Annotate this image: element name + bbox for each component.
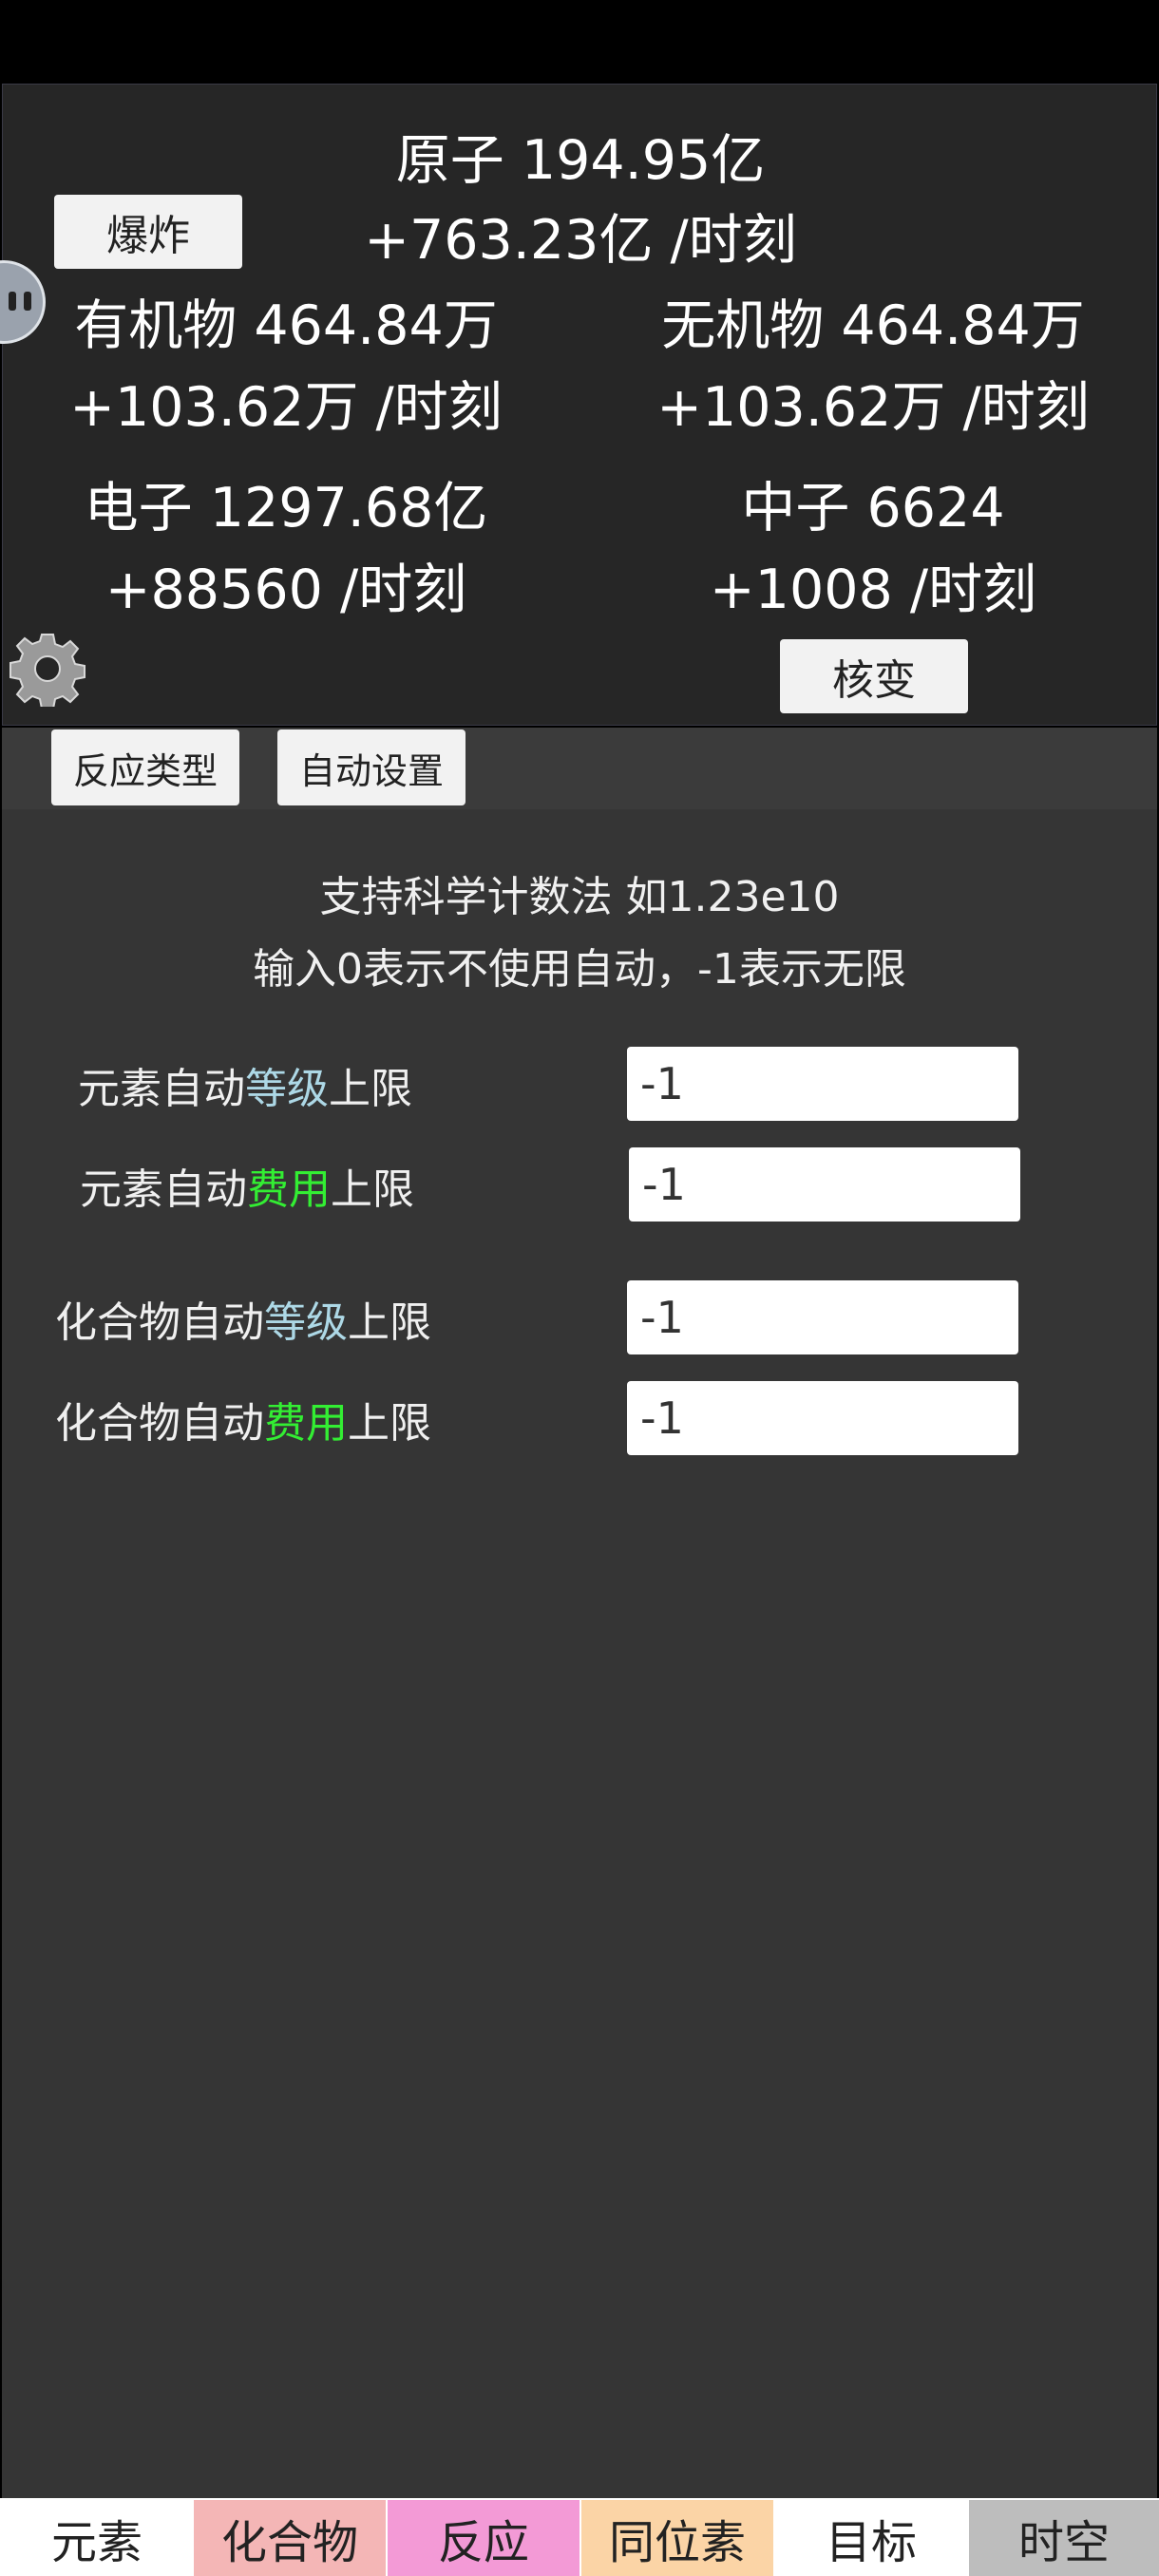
compound-level-limit-label: 化合物自动等级上限 — [55, 1288, 431, 1349]
auto-usage-note: 输入0表示不使用自动，-1表示无限 — [253, 945, 906, 994]
element-cost-limit-label: 元素自动费用上限 — [80, 1155, 414, 1216]
element-level-limit-label: 元素自动等级上限 — [78, 1054, 412, 1115]
compound-cost-limit-label: 化合物自动费用上限 — [55, 1389, 431, 1449]
atom-count: 原子 194.95亿 — [395, 129, 766, 192]
label-highlight-cost: 费用 — [264, 1399, 348, 1448]
resource-panel: 原子 194.95亿 +763.23亿 /时刻 爆炸 有机物 464.84万 +… — [2, 84, 1157, 726]
fission-button[interactable]: 核变 — [780, 639, 968, 713]
gear-icon[interactable] — [10, 631, 86, 707]
label-suffix: 上限 — [348, 1298, 431, 1347]
sub-tab-bar: 反应类型 自动设置 — [2, 728, 1157, 811]
label-highlight-cost: 费用 — [247, 1165, 331, 1214]
label-prefix: 化合物自动 — [55, 1298, 264, 1347]
inorganic-rate: +103.62万 /时刻 — [656, 376, 1090, 439]
inorganic-count: 无机物 464.84万 — [661, 294, 1085, 357]
organic-rate: +103.62万 /时刻 — [69, 376, 503, 439]
neutron-count: 中子 6624 — [741, 477, 1005, 540]
compound-cost-limit-input[interactable] — [627, 1381, 1018, 1455]
nav-tab-reactions[interactable]: 反应 — [386, 2500, 580, 2576]
tab-auto-settings[interactable]: 自动设置 — [277, 729, 466, 805]
label-prefix: 元素自动 — [78, 1065, 245, 1113]
scientific-notation-note: 支持科学计数法 如1.23e10 — [319, 873, 840, 921]
nav-tab-spacetime[interactable]: 时空 — [967, 2500, 1159, 2576]
label-highlight-level: 等级 — [264, 1298, 348, 1347]
element-cost-limit-input[interactable] — [629, 1147, 1020, 1222]
label-suffix: 上限 — [329, 1065, 412, 1113]
nav-tab-isotopes[interactable]: 同位素 — [580, 2500, 773, 2576]
label-highlight-level: 等级 — [245, 1065, 329, 1113]
nav-tab-goals[interactable]: 目标 — [773, 2500, 967, 2576]
element-level-limit-input[interactable] — [627, 1047, 1018, 1121]
bottom-nav: 元素 化合物 反应 同位素 目标 时空 — [0, 2498, 1159, 2576]
nav-tab-elements[interactable]: 元素 — [0, 2500, 192, 2576]
label-prefix: 元素自动 — [80, 1165, 247, 1214]
label-prefix: 化合物自动 — [55, 1399, 264, 1448]
nav-tab-compounds[interactable]: 化合物 — [192, 2500, 386, 2576]
tab-reaction-type[interactable]: 反应类型 — [51, 729, 239, 805]
compound-level-limit-input[interactable] — [627, 1280, 1018, 1354]
organic-count: 有机物 464.84万 — [74, 294, 498, 357]
electron-rate: +88560 /时刻 — [104, 559, 467, 621]
label-suffix: 上限 — [348, 1399, 431, 1448]
status-bar — [0, 0, 1159, 84]
label-suffix: 上限 — [331, 1165, 414, 1214]
electron-count: 电子 1297.68亿 — [84, 477, 488, 540]
explode-button[interactable]: 爆炸 — [54, 195, 242, 269]
neutron-rate: +1008 /时刻 — [709, 559, 1037, 621]
